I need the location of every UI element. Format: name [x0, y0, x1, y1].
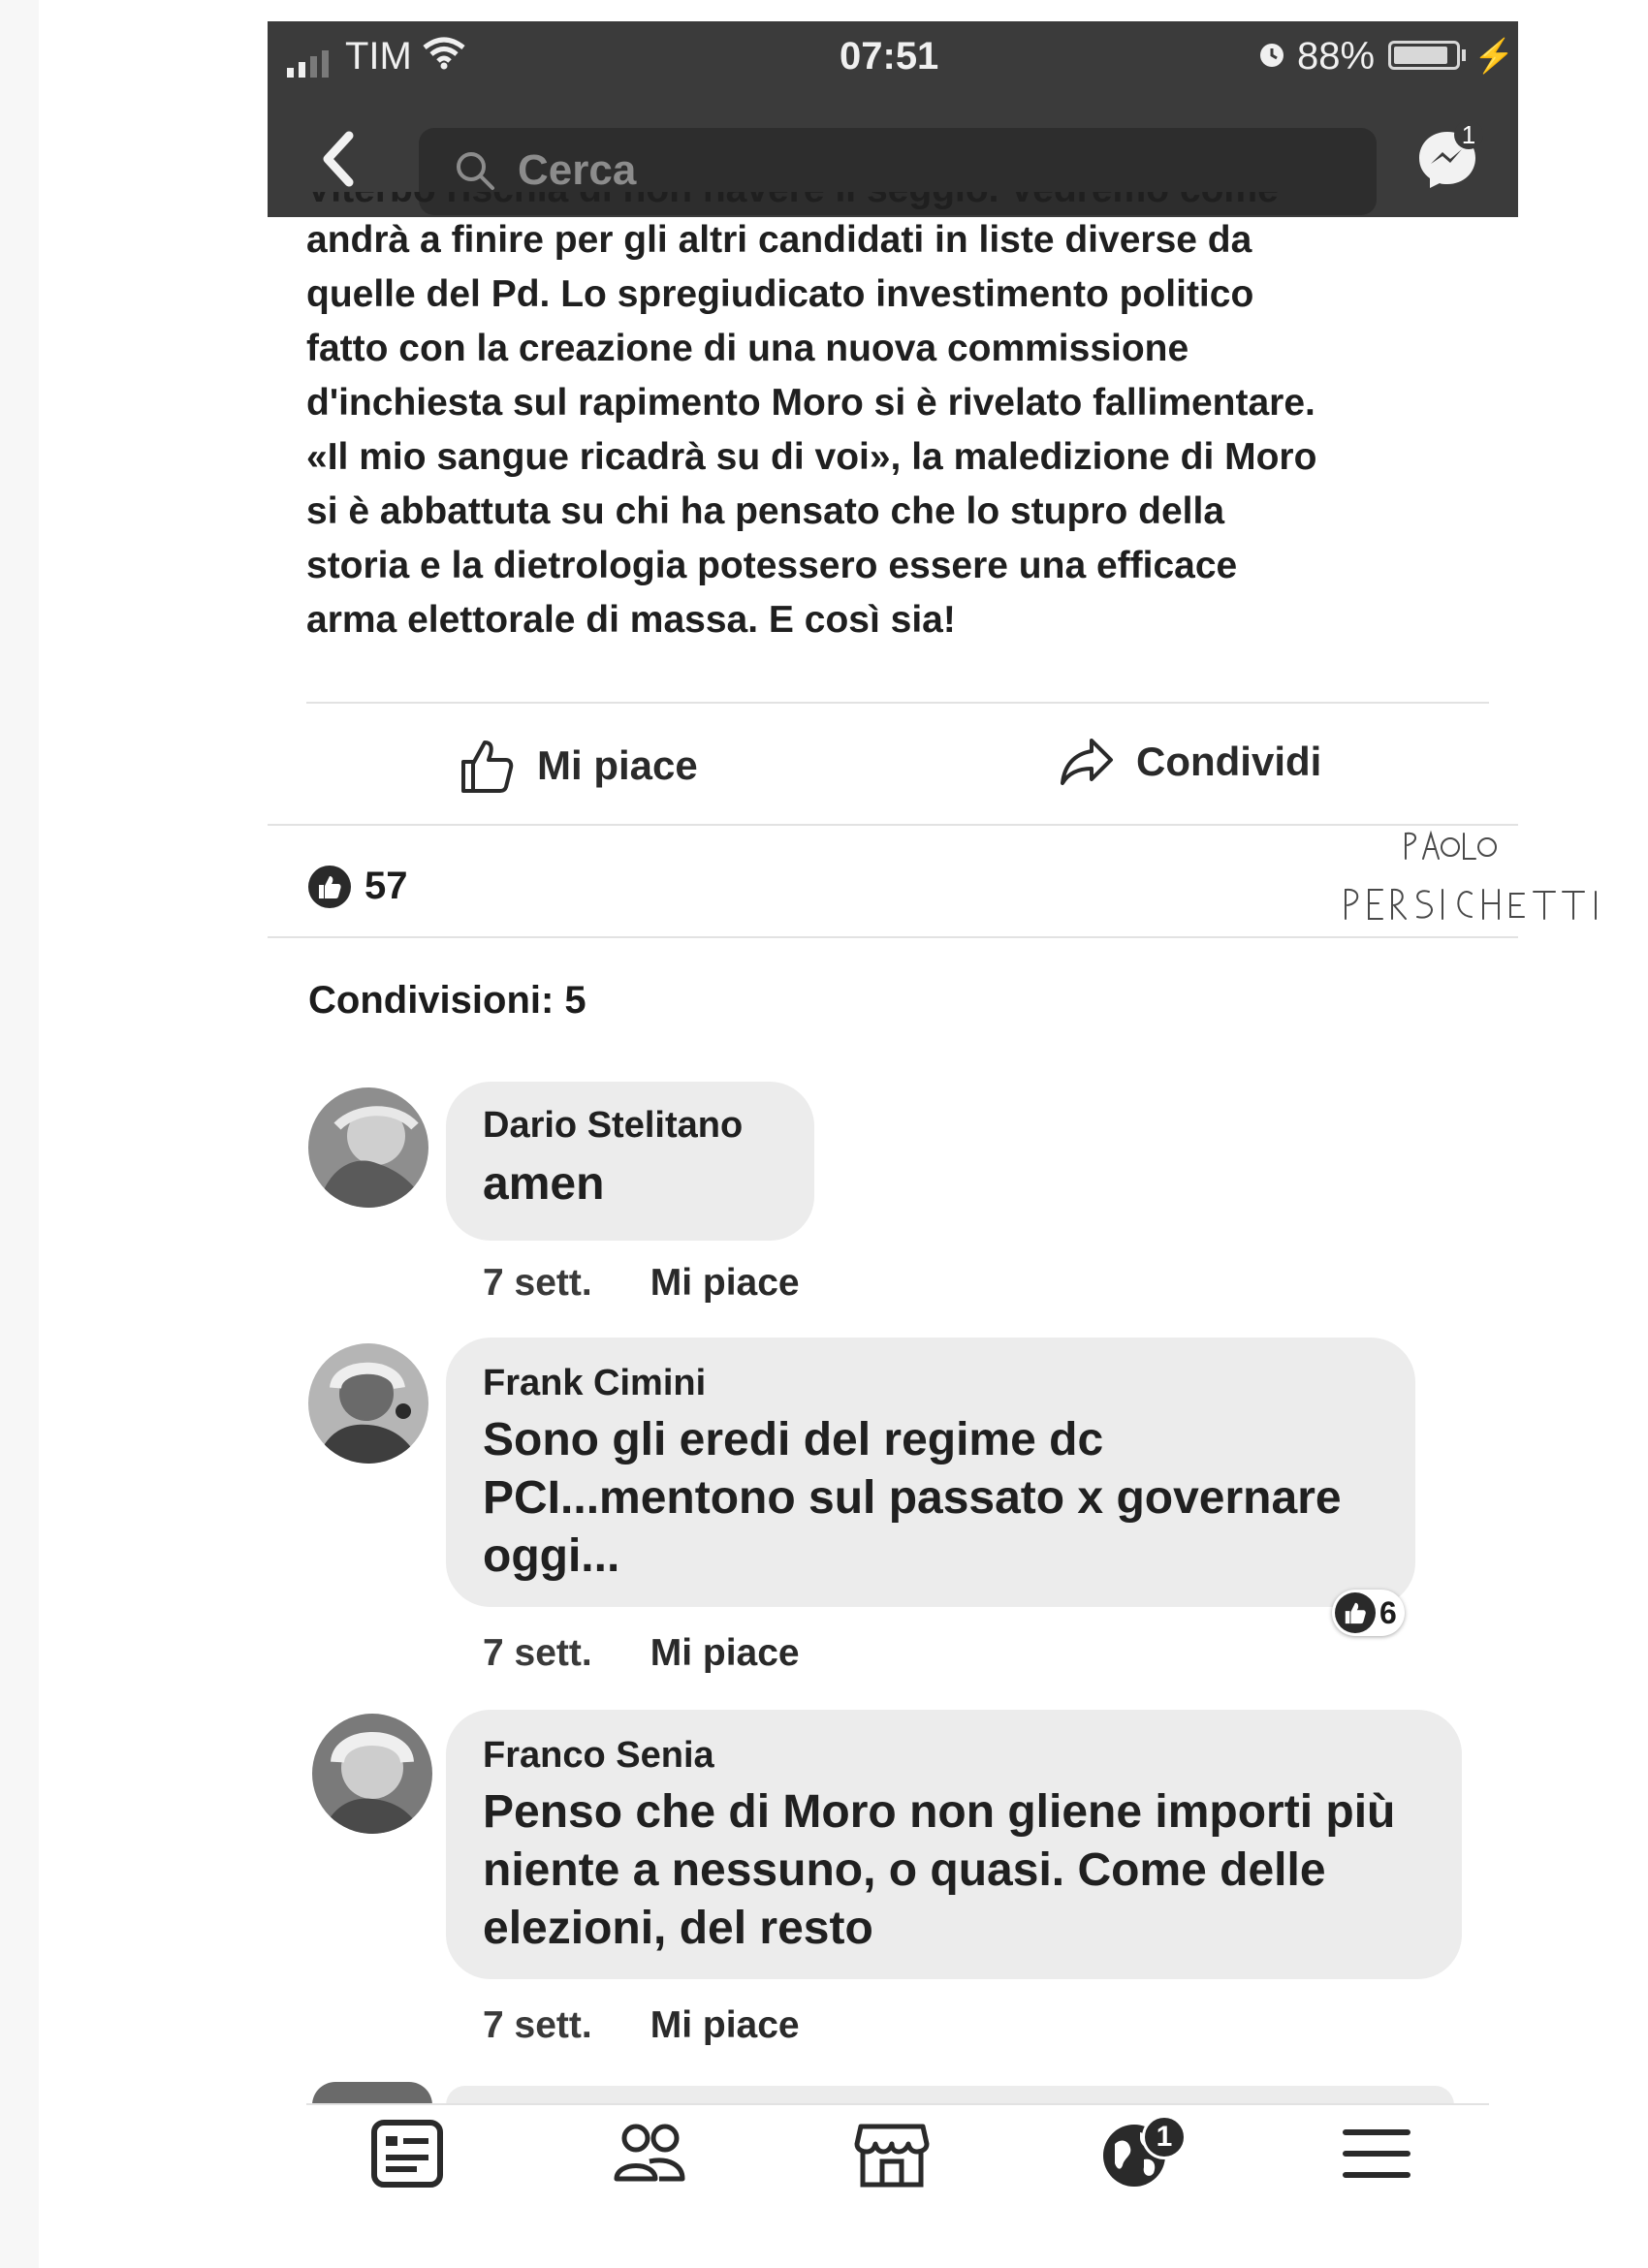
comment-text-line: Penso che di Moro non gliene importi più — [483, 1786, 1396, 1838]
comment-meta: 7 sett. Mi piace — [483, 1262, 800, 1305]
share-button[interactable]: Condividi — [1059, 737, 1321, 787]
comment-bubble[interactable]: Frank Cimini Sono gli eredi del regime d… — [446, 1338, 1415, 1607]
friends-icon — [614, 2124, 685, 2182]
menu-icon — [1343, 2129, 1410, 2178]
post-text-line: fatto con la creazione di una nuova comm… — [306, 328, 1189, 369]
divider — [268, 936, 1518, 938]
share-button-label: Condividi — [1136, 739, 1322, 784]
reaction-count: 57 — [364, 865, 408, 907]
tab-bar: 1 — [268, 2105, 1518, 2212]
shares-count[interactable]: Condivisioni: 5 — [308, 979, 586, 1023]
comment-reaction-count: 6 — [1379, 1594, 1397, 1630]
alarm-icon — [1260, 44, 1284, 67]
post-text-line-cut: Viterbo rischia di non havere il seggio.… — [306, 192, 1489, 215]
post-text-line: si è abbattuta su chi ha pensato che lo … — [306, 490, 1225, 532]
comment-author[interactable]: Frank Cimini — [483, 1363, 706, 1404]
charging-bolt-icon: ⚡ — [1474, 38, 1515, 75]
avatar[interactable] — [308, 1343, 428, 1464]
tab-marketplace[interactable] — [843, 2115, 940, 2202]
status-bar: TIM 07:51 88% ⚡ — [268, 21, 1518, 85]
news-feed-icon — [371, 2120, 443, 2188]
comment-meta: 7 sett. Mi piace — [483, 2004, 800, 2047]
marketplace-icon — [854, 2124, 930, 2188]
comment-bubble[interactable]: Dario Stelitano amen — [446, 1082, 814, 1241]
comment-like-button[interactable]: Mi piace — [650, 2004, 800, 2047]
battery-icon — [1388, 41, 1460, 70]
avatar[interactable] — [312, 1714, 432, 1834]
paper-edge — [0, 0, 39, 2268]
avatar[interactable] — [308, 1087, 428, 1208]
phone-screen: TIM 07:51 88% ⚡ Cerca 1 andrà a finire p… — [268, 21, 1518, 2212]
share-arrow-icon — [1061, 739, 1113, 785]
comment-author[interactable]: Dario Stelitano — [483, 1105, 743, 1147]
tab-friends[interactable] — [601, 2115, 698, 2202]
search-input[interactable] — [516, 145, 1295, 196]
comment-like-button[interactable]: Mi piace — [650, 1632, 800, 1675]
like-button-label: Mi piace — [537, 742, 698, 788]
handwritten-signature — [1345, 830, 1597, 920]
tab-notifications[interactable]: 1 — [1086, 2115, 1187, 2202]
comment-like-button[interactable]: Mi piace — [650, 1262, 800, 1305]
comment-text: Penso che di Moro non gliene importi più… — [483, 1783, 1395, 1958]
messenger-badge: 1 — [1454, 120, 1483, 149]
comment-text: Sono gli eredi del regime dc PCI...mento… — [483, 1411, 1342, 1586]
post-text-line: andrà a finire per gli altri candidati i… — [306, 219, 1252, 261]
clock: 07:51 — [840, 35, 939, 78]
back-arrow-icon[interactable] — [318, 130, 357, 188]
thumbs-up-icon — [461, 740, 514, 793]
post-text-line: quelle del Pd. Lo spregiudicato investim… — [306, 273, 1254, 315]
post-text-line: arma elettorale di massa. E così sia! — [306, 599, 956, 641]
comment-text-line: PCI...mentono sul passato x governare — [483, 1472, 1342, 1524]
comment-time: 7 sett. — [483, 1262, 592, 1304]
battery-percent: 88% — [1297, 35, 1376, 78]
comment-text-line: Sono gli eredi del regime dc — [483, 1414, 1104, 1465]
comment-text-line: oggi... — [483, 1530, 620, 1582]
tab-news-feed[interactable] — [359, 2115, 456, 2202]
search-icon — [457, 152, 494, 190]
divider — [306, 702, 1489, 704]
comment-meta: 7 sett. Mi piace — [483, 1632, 800, 1675]
comment-bubble[interactable] — [446, 2086, 1454, 2105]
reaction-summary[interactable]: 57 — [308, 865, 408, 908]
comment-text-line: elezioni, del resto — [483, 1903, 873, 1954]
comment-text-line: niente a nessuno, o quasi. Come delle — [483, 1844, 1326, 1896]
like-reaction-icon — [1335, 1592, 1376, 1633]
like-button[interactable]: Mi piace — [458, 737, 698, 795]
post-text-line: storia e la dietrologia potessero essere… — [306, 545, 1238, 586]
avatar[interactable] — [312, 2082, 432, 2105]
like-reaction-icon — [308, 865, 351, 908]
battery-cap — [1462, 49, 1466, 61]
signal-icon — [287, 50, 329, 78]
divider — [268, 824, 1518, 826]
comment-bubble[interactable]: Franco Senia Penso che di Moro non glien… — [446, 1710, 1462, 1979]
tab-menu[interactable] — [1328, 2115, 1425, 2202]
comment-text: amen — [483, 1158, 605, 1210]
post-text-line: «Il mio sangue ricadrà su di voi», la ma… — [306, 436, 1317, 478]
comment-time: 7 sett. — [483, 1632, 592, 1674]
post-text: Viterbo rischia di non havere il seggio.… — [306, 192, 1489, 647]
comment-time: 7 sett. — [483, 2004, 592, 2046]
notifications-badge: 1 — [1142, 2115, 1187, 2159]
comment-author[interactable]: Franco Senia — [483, 1735, 714, 1777]
wifi-icon — [423, 37, 465, 70]
post-text-line: d'inchiesta sul rapimento Moro si è rive… — [306, 382, 1315, 424]
carrier-label: TIM — [345, 35, 412, 78]
comment-reaction-badge[interactable]: 6 — [1332, 1590, 1405, 1636]
